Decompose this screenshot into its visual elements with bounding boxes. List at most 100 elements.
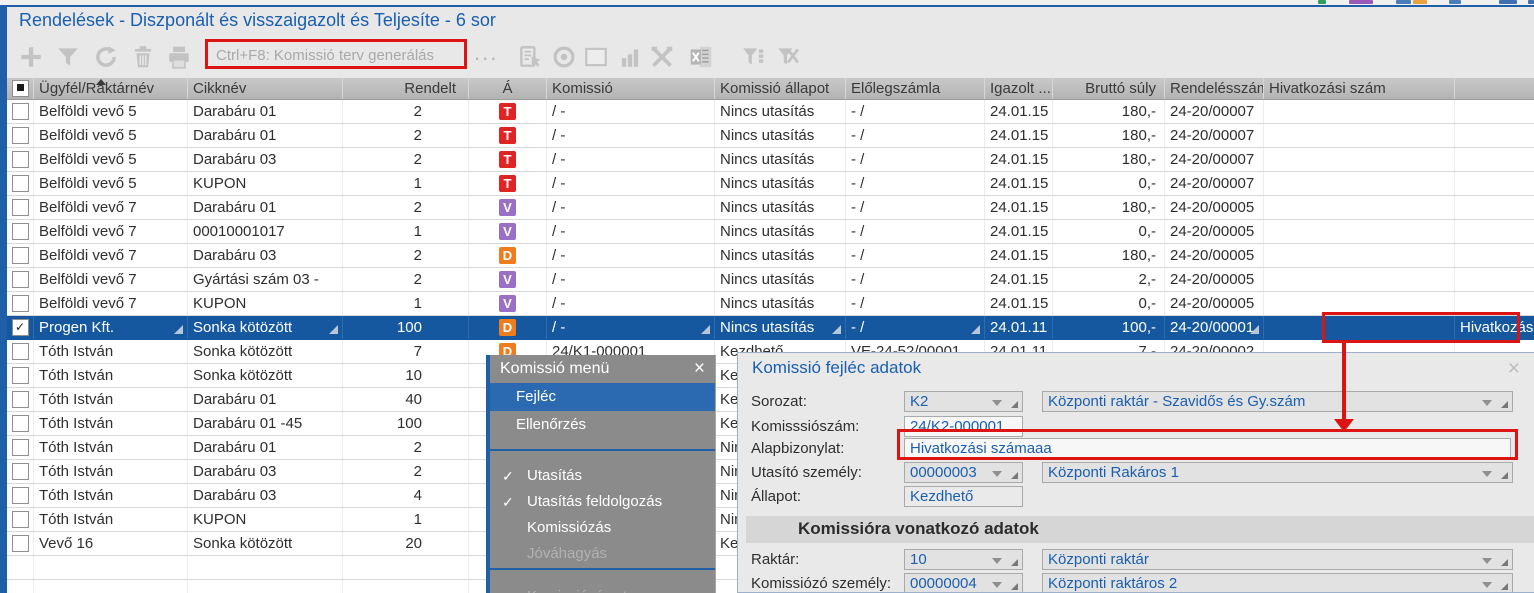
cell-komissio[interactable]: / -: [547, 268, 715, 292]
cell-cikknev[interactable]: Darabáru 01: [188, 124, 343, 148]
row-checkbox-cell[interactable]: [7, 124, 34, 148]
cell-cikknev[interactable]: Darabáru 03: [188, 460, 343, 484]
cell-hivatkozas_b[interactable]: [1455, 244, 1534, 268]
cell-ugyfel[interactable]: Tóth István: [34, 340, 188, 364]
cell-rendelt[interactable]: 10: [343, 364, 469, 388]
cell-rendelt[interactable]: 2: [343, 196, 469, 220]
refresh-icon[interactable]: [93, 44, 119, 70]
cell-hivatkozas_a[interactable]: [1264, 148, 1455, 172]
cell-hivatkozas_a[interactable]: [1264, 172, 1455, 196]
cell-hivatkozas_a[interactable]: [1264, 196, 1455, 220]
cell-komissio[interactable]: / -: [547, 292, 715, 316]
cell-rendeles[interactable]: 24-20/00007: [1165, 148, 1264, 172]
cell-brutto[interactable]: 180,-: [1053, 244, 1165, 268]
column-header[interactable]: Komissió: [547, 78, 715, 100]
cell-allapot[interactable]: Nincs utasítás: [715, 244, 846, 268]
row-checkbox[interactable]: [12, 127, 29, 144]
row-checkbox[interactable]: [12, 535, 29, 552]
cell-cikknev[interactable]: KUPON: [188, 172, 343, 196]
cell-igazolt[interactable]: 24.01.11: [985, 316, 1053, 340]
cell-rendeles[interactable]: 24-20/00007: [1165, 172, 1264, 196]
cell-hivatkozas_b[interactable]: [1455, 220, 1534, 244]
row-checkbox-cell[interactable]: [7, 340, 34, 364]
select-all-checkbox[interactable]: [12, 80, 29, 97]
cell-rendelt[interactable]: 1: [343, 172, 469, 196]
combo-grip-icon[interactable]: [1011, 401, 1018, 408]
cell-cikknev[interactable]: Sonka kötözött: [188, 316, 343, 340]
menu-item-komissi-z-s[interactable]: Komissiózás: [490, 515, 715, 541]
table-row[interactable]: ✓Progen Kft.Sonka kötözött100D/ -Nincs u…: [7, 316, 1534, 340]
cell-eloleg[interactable]: - /: [846, 124, 985, 148]
cell-allapot[interactable]: Nincs utasítás: [715, 148, 846, 172]
cell-hivatkozas_a[interactable]: [1264, 268, 1455, 292]
chevron-down-icon[interactable]: [992, 400, 1002, 406]
excel-icon[interactable]: [688, 44, 714, 70]
cell-brutto[interactable]: 180,-: [1053, 148, 1165, 172]
column-header[interactable]: Rendelt: [343, 78, 469, 100]
row-checkbox-cell[interactable]: [7, 388, 34, 412]
column-header[interactable]: Előlegszámla: [846, 78, 985, 100]
row-checkbox-cell[interactable]: [7, 148, 34, 172]
cell-cikknev[interactable]: Gyártási szám 03 -: [188, 268, 343, 292]
cell-a[interactable]: D: [469, 244, 547, 268]
cell-igazolt[interactable]: 24.01.15: [985, 172, 1053, 196]
cell-ugyfel[interactable]: Tóth István: [34, 436, 188, 460]
cell-ugyfel[interactable]: Belföldi vevő 7: [34, 220, 188, 244]
cell-allapot[interactable]: Nincs utasítás: [715, 292, 846, 316]
column-header[interactable]: Bruttó súly: [1053, 78, 1165, 100]
cell-a[interactable]: V: [469, 196, 547, 220]
cell-igazolt[interactable]: 24.01.15: [985, 292, 1053, 316]
cell-ugyfel[interactable]: Tóth István: [34, 460, 188, 484]
cell-rendeles[interactable]: 24-20/00007: [1165, 100, 1264, 124]
cell-allapot[interactable]: Nincs utasítás: [715, 196, 846, 220]
row-checkbox-cell[interactable]: ✓: [7, 316, 34, 340]
chevron-down-icon[interactable]: [992, 558, 1002, 564]
table-row[interactable]: Belföldi vevő 5Darabáru 032T/ -Nincs uta…: [7, 148, 1534, 172]
cell-brutto[interactable]: 100,-: [1053, 316, 1165, 340]
cell-ugyfel[interactable]: Tóth István: [34, 364, 188, 388]
cell-cikknev[interactable]: Darabáru 01: [188, 196, 343, 220]
cell-allapot[interactable]: Nincs utasítás: [715, 124, 846, 148]
row-checkbox-cell[interactable]: [7, 508, 34, 532]
column-header[interactable]: Hivatkozási szám: [1264, 78, 1455, 100]
chevron-down-icon[interactable]: [992, 471, 1002, 477]
cell-komissio[interactable]: / -: [547, 100, 715, 124]
row-checkbox-cell[interactable]: [7, 484, 34, 508]
cell-komissio[interactable]: / -: [547, 124, 715, 148]
window-icon[interactable]: [583, 44, 609, 70]
table-row[interactable]: Belföldi vevő 7Darabáru 012V/ -Nincs uta…: [7, 196, 1534, 220]
raktar-code-combo[interactable]: 10: [904, 549, 1023, 570]
row-checkbox-cell[interactable]: [7, 172, 34, 196]
row-checkbox[interactable]: [12, 367, 29, 384]
cell-rendeles[interactable]: 24-20/00001: [1165, 316, 1264, 340]
cell-hivatkozas_b[interactable]: [1455, 124, 1534, 148]
cell-igazolt[interactable]: 24.01.15: [985, 244, 1053, 268]
cell-allapot[interactable]: Nincs utasítás: [715, 268, 846, 292]
row-checkbox-cell[interactable]: [7, 100, 34, 124]
sorozat-name-combo[interactable]: Központi raktár - Szavidős és Gy.szám: [1042, 391, 1513, 412]
row-checkbox-cell[interactable]: [7, 268, 34, 292]
cell-ugyfel[interactable]: Tóth István: [34, 412, 188, 436]
utasito-name-combo[interactable]: Központi Rakáros 1: [1042, 462, 1513, 483]
row-checkbox[interactable]: [12, 391, 29, 408]
cell-hivatkozas_a[interactable]: [1264, 100, 1455, 124]
cell-hivatkozas_b[interactable]: [1455, 268, 1534, 292]
cell-eloleg[interactable]: - /: [846, 316, 985, 340]
row-checkbox[interactable]: [12, 343, 29, 360]
cell-a[interactable]: V: [469, 268, 547, 292]
cell-eloleg[interactable]: - /: [846, 172, 985, 196]
row-checkbox-cell[interactable]: [7, 292, 34, 316]
menu-item-utas-t-s[interactable]: ✓Utasítás: [490, 463, 715, 489]
cell-ugyfel[interactable]: Belföldi vevő 5: [34, 148, 188, 172]
cell-ugyfel[interactable]: Belföldi vevő 7: [34, 196, 188, 220]
row-checkbox[interactable]: [12, 487, 29, 504]
row-checkbox-cell[interactable]: [7, 460, 34, 484]
cell-rendelt[interactable]: 20: [343, 532, 469, 556]
cell-eloleg[interactable]: - /: [846, 244, 985, 268]
cell-komissio[interactable]: / -: [547, 172, 715, 196]
table-row[interactable]: Belföldi vevő 5Darabáru 012T/ -Nincs uta…: [7, 124, 1534, 148]
cell-rendelt[interactable]: 40: [343, 388, 469, 412]
cell-komissio[interactable]: / -: [547, 316, 715, 340]
cell-a[interactable]: T: [469, 172, 547, 196]
cell-rendeles[interactable]: 24-20/00005: [1165, 196, 1264, 220]
